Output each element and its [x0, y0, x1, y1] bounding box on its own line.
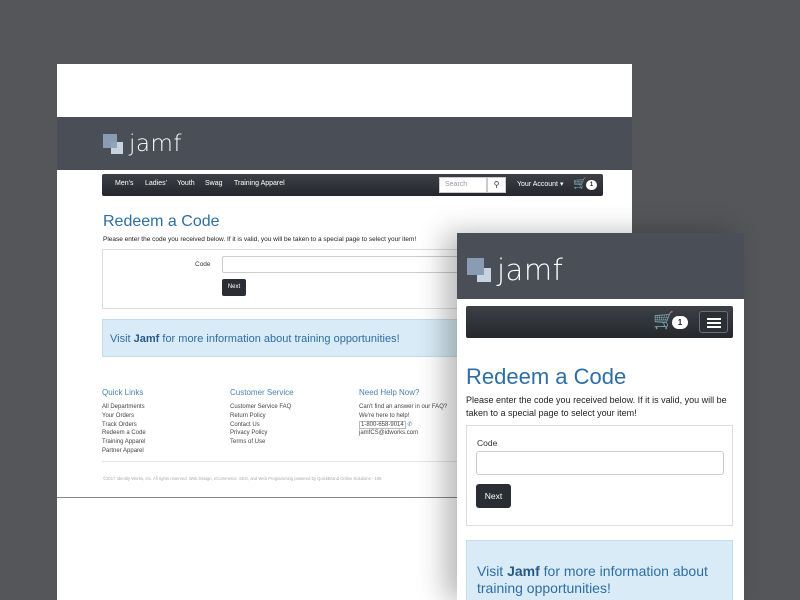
cart-count-badge: 1: [672, 316, 688, 329]
mobile-navbar: 🛒 1: [466, 306, 733, 338]
shopping-cart-icon[interactable]: 🛒: [573, 177, 587, 190]
copyright-text: ©2017 Identity Works, Inc. All rights re…: [103, 476, 382, 481]
jamf-link[interactable]: Jamf: [507, 563, 540, 579]
nav-item-mens[interactable]: Men's: [115, 180, 133, 187]
footer-heading: Customer Service: [230, 388, 294, 397]
page-title: Redeem a Code: [103, 213, 220, 230]
jamf-mark-icon: [103, 134, 123, 154]
footer-link[interactable]: Terms of Use: [230, 438, 294, 447]
footer-heading: Quick Links: [102, 388, 144, 397]
nav-item-ladies[interactable]: Ladies': [145, 180, 167, 187]
footer-quick-links: Quick Links All Departments Your Orders …: [102, 388, 146, 456]
footer-link[interactable]: Return Policy: [230, 412, 294, 421]
nav-item-youth[interactable]: Youth: [177, 180, 195, 187]
footer-link[interactable]: Your Orders: [102, 412, 146, 421]
redeem-form: Code Next: [102, 249, 462, 309]
footer-link[interactable]: Privacy Policy: [230, 429, 294, 438]
help-text: Can't find an answer in our FAQ?: [359, 404, 448, 410]
footer-link[interactable]: Training Apparel: [102, 438, 146, 447]
help-text: We're here to help!: [359, 412, 410, 419]
phone-icon: ✆: [407, 421, 413, 428]
redeem-form: Code Next: [466, 425, 733, 526]
code-input[interactable]: [476, 451, 724, 475]
search-icon: ⚲: [493, 180, 500, 189]
brand-wordmark: jamf: [129, 131, 182, 157]
footer-link[interactable]: Contact Us: [230, 421, 294, 430]
search-button[interactable]: ⚲: [487, 177, 506, 193]
training-info-box: Visit Jamf for more information about tr…: [466, 540, 733, 600]
footer-link[interactable]: Partner Apparel: [102, 447, 146, 456]
code-label: Code: [477, 438, 498, 448]
jamf-mark-icon: [467, 258, 491, 282]
intro-text: Please enter the code you received below…: [103, 236, 417, 243]
hamburger-menu-button[interactable]: [699, 311, 728, 333]
jamf-link[interactable]: Jamf: [134, 333, 160, 345]
jamf-logo[interactable]: jamf: [467, 253, 563, 287]
search-input[interactable]: Search: [439, 177, 487, 193]
footer-need-help: Need Help Now? Can't find an answer in o…: [359, 388, 447, 438]
shopping-cart-icon[interactable]: 🛒: [653, 311, 674, 331]
cart-count-badge: 1: [586, 180, 597, 190]
phone-link[interactable]: 1-800-658-9014 ✆: [359, 420, 447, 430]
intro-text: Please enter the code you received below…: [466, 395, 727, 418]
page-title: Redeem a Code: [466, 364, 627, 389]
jamf-logo[interactable]: jamf: [103, 131, 182, 157]
nav-item-swag[interactable]: Swag: [205, 180, 223, 187]
header-banner: jamf: [57, 117, 632, 170]
footer-link[interactable]: Redeem a Code: [102, 429, 146, 438]
mobile-view: jamf 🛒 1 Redeem a Code Please enter the …: [457, 233, 744, 600]
brand-wordmark: jamf: [497, 253, 564, 287]
top-white-strip: [57, 64, 632, 117]
next-button[interactable]: Next: [222, 279, 246, 296]
email-link[interactable]: jamfCS@idworks.com: [359, 429, 447, 438]
footer-link[interactable]: Track Orders: [102, 421, 146, 430]
code-label: Code: [195, 261, 211, 268]
code-input[interactable]: [222, 256, 462, 273]
header-banner: jamf: [457, 233, 744, 299]
training-info-box: Visit Jamf for more information about tr…: [102, 319, 462, 357]
footer-customer-service: Customer Service Customer Service FAQ Re…: [230, 388, 294, 447]
footer-link[interactable]: Customer Service FAQ: [230, 403, 294, 412]
your-account-dropdown[interactable]: Your Account ▾: [517, 180, 563, 188]
next-button[interactable]: Next: [476, 484, 511, 508]
footer-heading: Need Help Now?: [359, 388, 420, 397]
footer-link[interactable]: All Departments: [102, 403, 146, 412]
hamburger-icon: [707, 318, 721, 320]
nav-item-training-apparel[interactable]: Training Apparel: [234, 180, 285, 187]
main-navbar: Men's Ladies' Youth Swag Training Appare…: [102, 174, 603, 196]
